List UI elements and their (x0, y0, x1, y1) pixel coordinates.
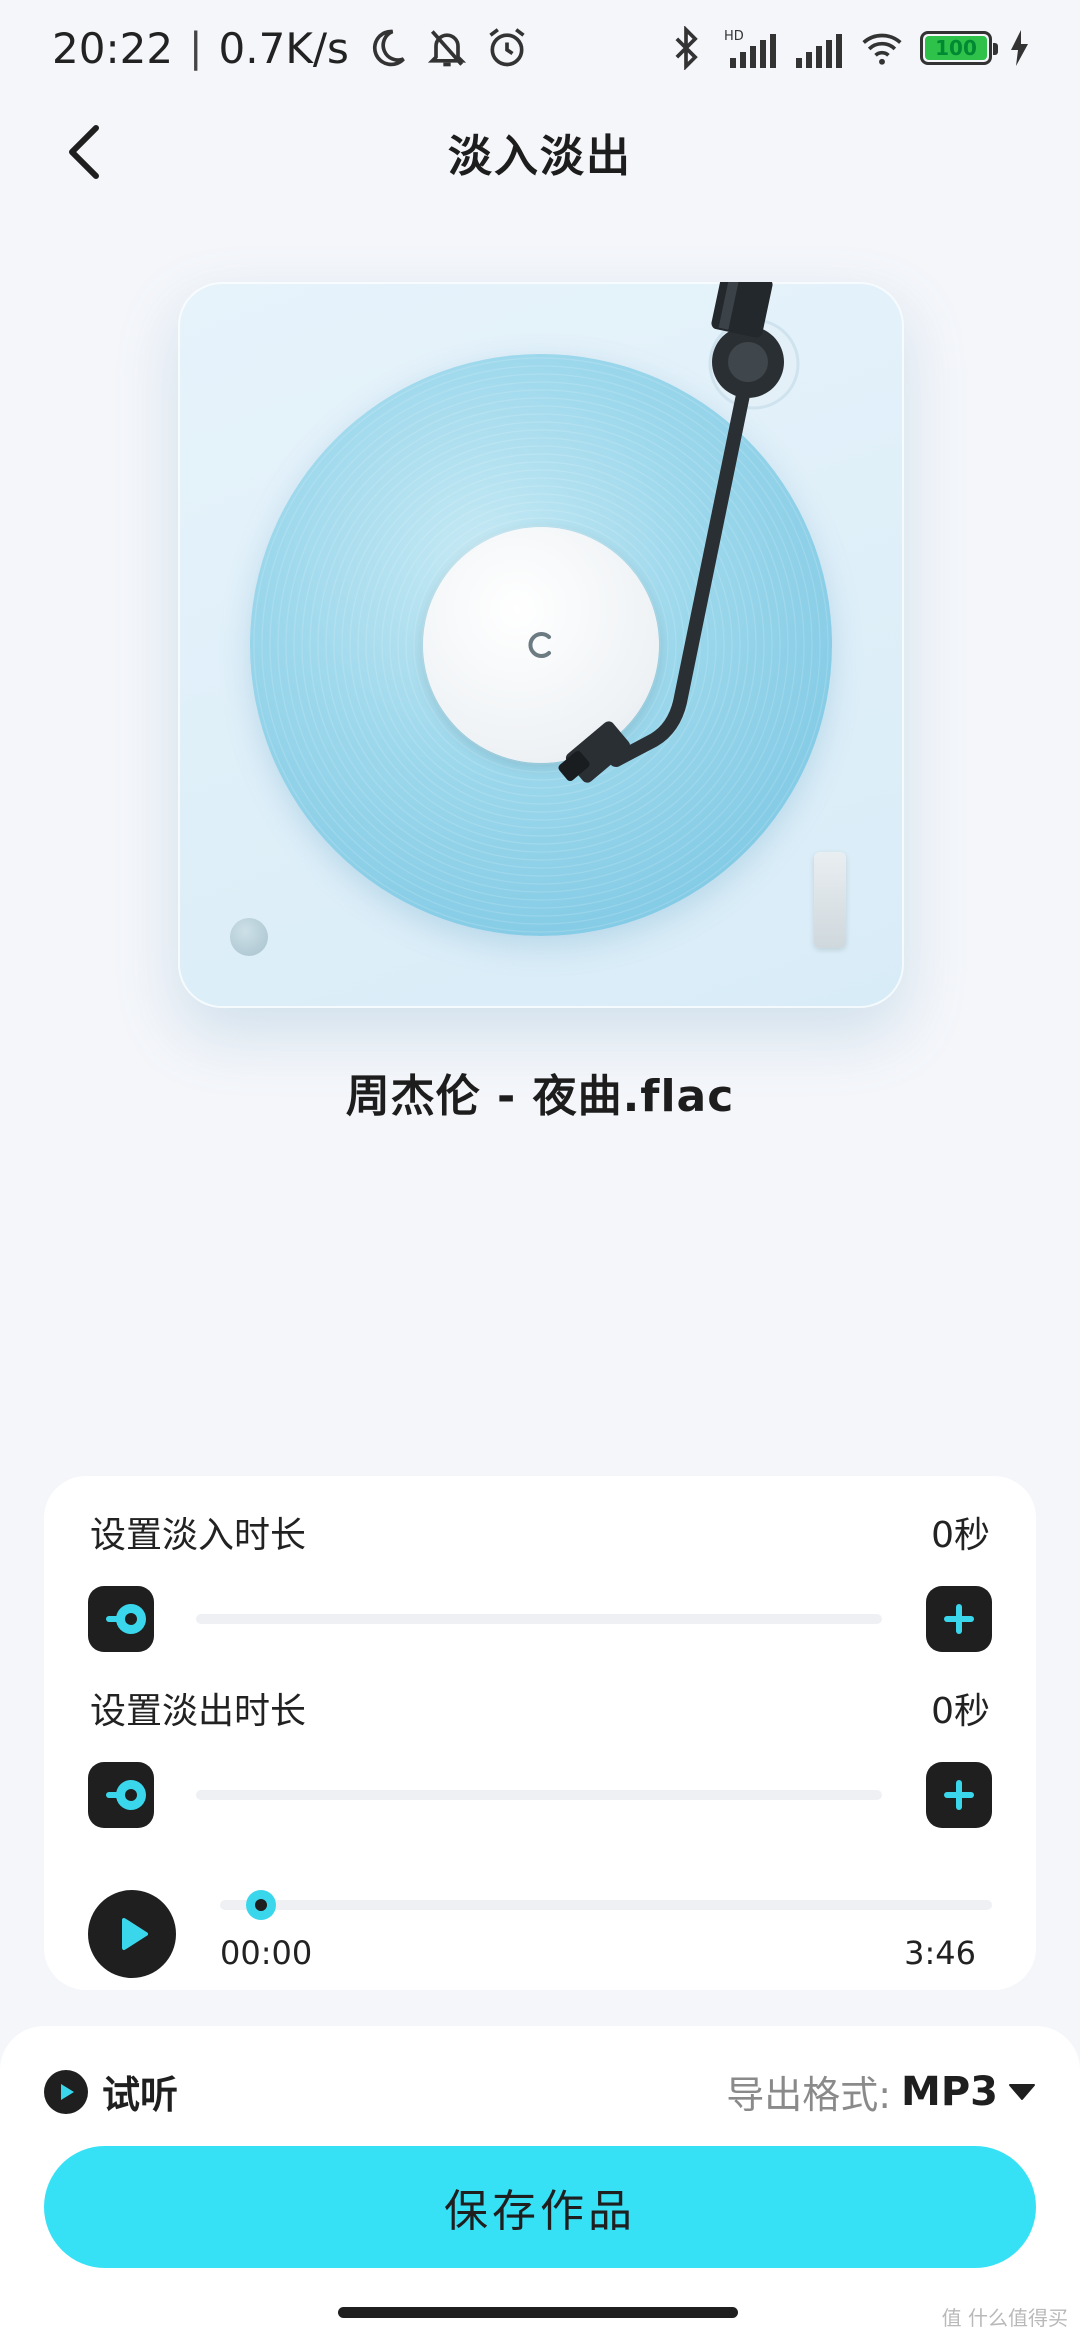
preview-button[interactable]: 试听 (44, 2064, 178, 2119)
status-right: HD 100 (664, 26, 1030, 70)
fade-settings-card: 设置淡入时长 0秒 设置淡出时长 0秒 00:00 3:46 (44, 1476, 1036, 1990)
chevron-left-icon (69, 125, 99, 179)
export-format-label: 导出格式: (726, 2073, 892, 2117)
playback-progress-thumb[interactable] (246, 1890, 276, 1920)
status-time: 20:22 (52, 23, 174, 73)
save-button[interactable]: 保存作品 (44, 2146, 1036, 2268)
bell-off-icon (427, 30, 466, 67)
wifi-icon (862, 33, 902, 65)
fade-in-slider-track[interactable] (196, 1614, 882, 1624)
battery-level: 100 (925, 36, 987, 60)
fade-out-increase-button[interactable] (926, 1762, 992, 1828)
plus-icon (944, 1780, 974, 1810)
back-button[interactable] (52, 120, 116, 184)
fade-in-label: 设置淡入时长 (90, 1515, 307, 1556)
fade-out-label: 设置淡出时长 (90, 1691, 307, 1732)
export-format-value: MP3 (901, 2068, 998, 2115)
hd-label: HD (724, 29, 744, 44)
signal-icon (796, 34, 842, 68)
moon-icon (372, 29, 405, 67)
fade-out-slider-track[interactable] (196, 1790, 882, 1800)
page-title: 淡入淡出 (448, 131, 632, 182)
fade-in-value: 0秒 (931, 1515, 990, 1556)
play-button[interactable] (88, 1890, 176, 1978)
track-name: 周杰伦 - 夜曲.flac (345, 1071, 735, 1122)
preview-play-icon (44, 2069, 88, 2114)
export-format-selector[interactable]: 导出格式: MP3 (726, 2064, 1036, 2119)
charging-icon (1011, 30, 1028, 66)
status-net-speed: 0.7K/s (218, 23, 349, 73)
status-bar: 20:22 | 0.7K/s HD 100 (0, 0, 1080, 96)
fade-out-value: 0秒 (931, 1691, 990, 1732)
play-icon (122, 1918, 148, 1950)
current-time: 00:00 (220, 1934, 313, 1972)
status-separator: | (189, 25, 203, 71)
caret-down-icon (1009, 2083, 1035, 2100)
signal-hd-icon: HD (724, 29, 776, 68)
battery-icon: 100 (920, 31, 998, 65)
watermark: 值 什么值得买 (941, 2306, 1068, 2330)
tonearm (558, 282, 800, 783)
plus-icon (944, 1604, 974, 1634)
preview-label: 试听 (102, 2073, 179, 2117)
header: 淡入淡出 (0, 110, 1080, 194)
bluetooth-icon (675, 26, 698, 70)
turntable-illustration (178, 282, 904, 1008)
fade-in-increase-button[interactable] (926, 1586, 992, 1652)
fade-out-slider-thumb[interactable] (116, 1780, 146, 1810)
alarm-icon (489, 28, 525, 67)
total-time: 3:46 (904, 1934, 976, 1972)
home-indicator[interactable] (338, 2307, 738, 2318)
playback-progress-track[interactable] (220, 1900, 992, 1910)
fade-in-slider-thumb[interactable] (116, 1604, 146, 1634)
status-left: 20:22 | 0.7K/s (52, 24, 529, 73)
bottom-sheet: 试听 导出格式: MP3 保存作品 (0, 2026, 1080, 2340)
